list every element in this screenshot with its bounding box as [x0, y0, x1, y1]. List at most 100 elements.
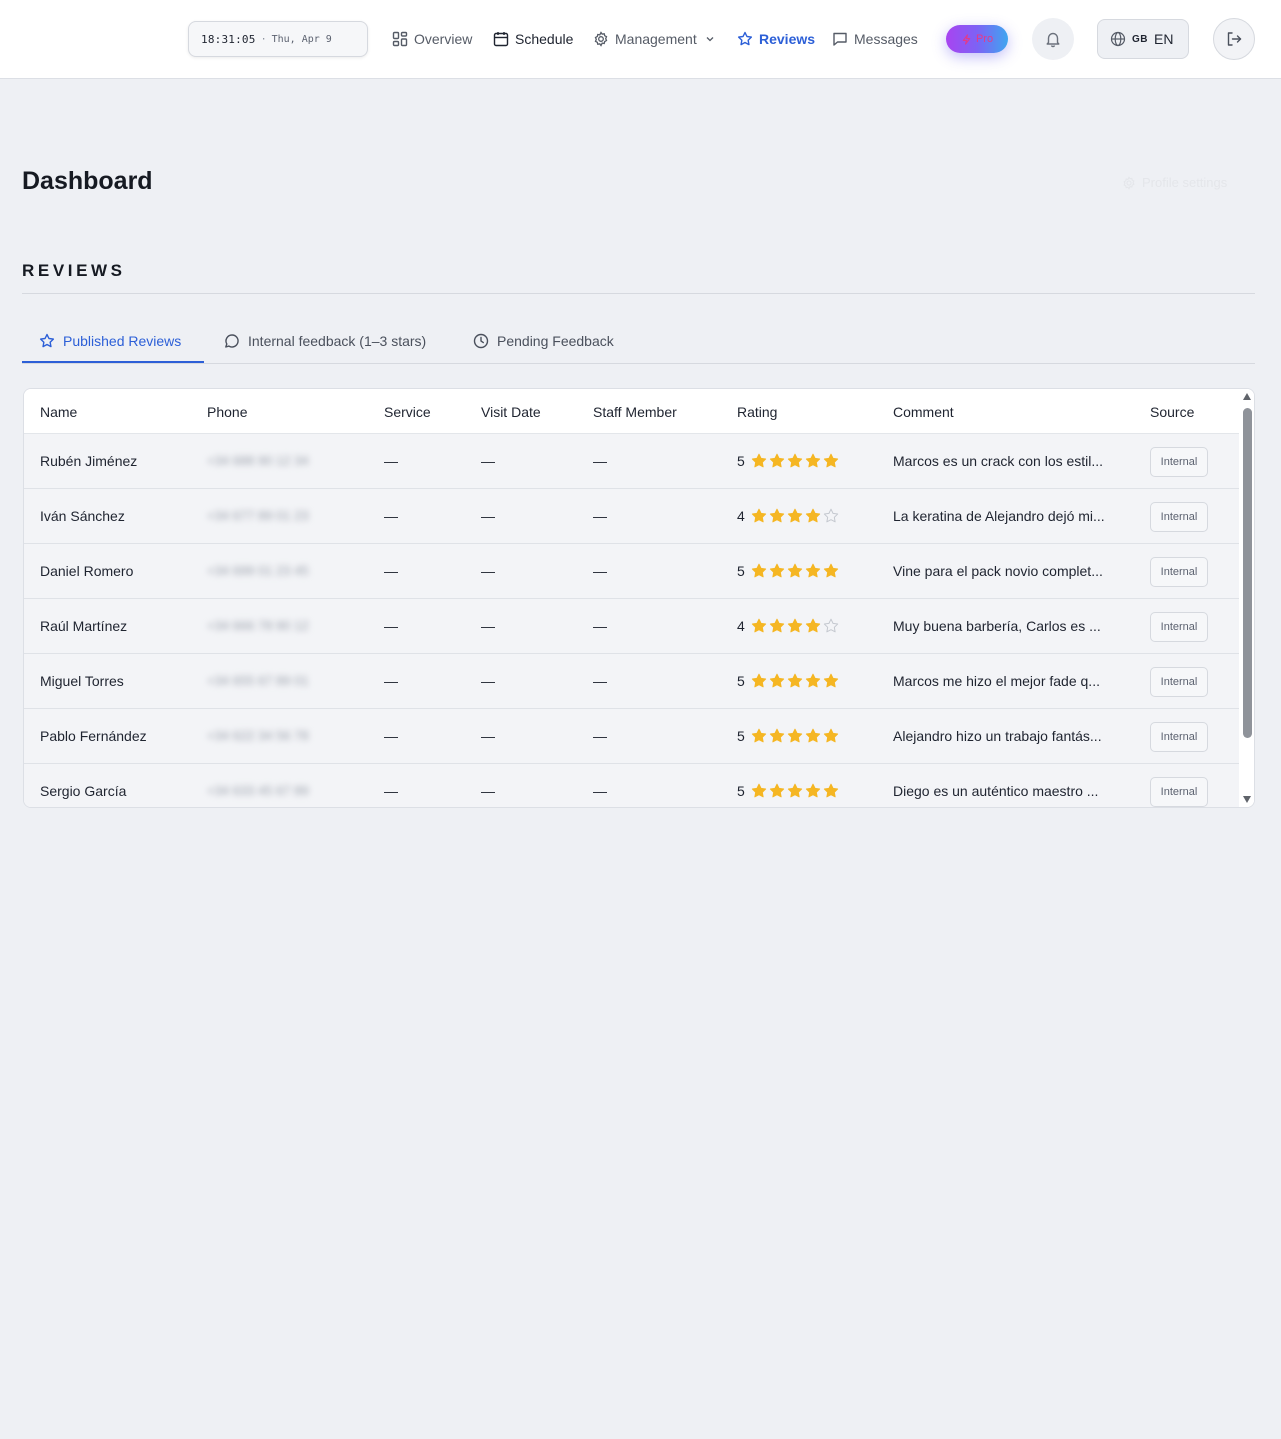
cell-service: —	[384, 673, 398, 689]
star-empty-icon	[823, 618, 838, 633]
rating-value: 5	[737, 728, 745, 744]
logout-icon	[1227, 32, 1242, 46]
table-row[interactable]: Miguel Torres +34 655 67 89 01 — — — 5 M…	[24, 654, 1239, 709]
cell-rating: 5	[737, 563, 841, 579]
cell-comment[interactable]: Vine para el pack novio complet...	[893, 563, 1121, 579]
cell-visit-date: —	[481, 783, 495, 799]
chevron-down-icon	[706, 37, 714, 42]
star-filled-icon	[787, 508, 802, 523]
table-row[interactable]: Rubén Jiménez +34 688 90 12 34 — — — 5 M…	[24, 434, 1239, 489]
clock-separator: ·	[260, 33, 267, 45]
clock-time: 18:31:05	[201, 32, 256, 46]
star-filled-icon	[751, 453, 766, 468]
nav-reviews-label: Reviews	[759, 31, 816, 47]
cell-comment[interactable]: Alejandro hizo un trabajo fantás...	[893, 728, 1121, 744]
cell-name: Iván Sánchez	[40, 508, 125, 524]
table-row[interactable]: Sergio García +34 633 45 67 89 — — — 5 D…	[24, 764, 1239, 807]
tab-internal-feedback[interactable]: Internal feedback (1–3 stars)	[224, 330, 426, 352]
rating-stars	[751, 508, 841, 524]
star-filled-icon	[769, 618, 784, 633]
nav-management-label: Management	[615, 31, 697, 47]
column-header-name[interactable]: Name	[40, 404, 77, 420]
table-row[interactable]: Raúl Martínez +34 666 78 90 12 — — — 4 M…	[24, 599, 1239, 654]
nav-management[interactable]: Management	[593, 28, 715, 50]
column-header-staff-member[interactable]: Staff Member	[593, 404, 677, 420]
nav-schedule-label: Schedule	[515, 31, 574, 47]
star-filled-icon	[787, 673, 802, 688]
cell-comment[interactable]: La keratina de Alejandro dejó mi...	[893, 508, 1121, 524]
star-filled-icon	[805, 728, 820, 743]
calendar-icon	[493, 32, 509, 47]
rating-value: 5	[737, 783, 745, 799]
table-row[interactable]: Iván Sánchez +34 677 89 01 23 — — — 4 La…	[24, 489, 1239, 544]
star-filled-icon	[805, 563, 820, 578]
cell-comment[interactable]: Muy buena barbería, Carlos es ...	[893, 618, 1121, 634]
cell-visit-date: —	[481, 728, 495, 744]
star-icon	[737, 31, 753, 46]
star-filled-icon	[769, 783, 784, 798]
cell-name: Raúl Martínez	[40, 618, 128, 634]
notifications-button[interactable]	[1032, 18, 1074, 60]
tab-internal-feedback-label: Internal feedback (1–3 stars)	[248, 333, 427, 349]
language-code: EN	[1154, 31, 1174, 47]
top-bar: 18:31:05 · Thu, Apr 9 Overview Schedule …	[0, 0, 1281, 79]
tab-pending-feedback[interactable]: Pending Feedback	[473, 330, 614, 352]
flag-icon: GB	[1132, 33, 1148, 45]
scroll-down-arrow-icon[interactable]	[1243, 796, 1251, 803]
profile-settings-button[interactable]: Profile settings	[1122, 175, 1227, 190]
column-header-visit-date[interactable]: Visit Date	[481, 404, 541, 420]
star-filled-icon	[787, 783, 802, 798]
star-filled-icon	[823, 453, 838, 468]
nav-schedule[interactable]: Schedule	[493, 28, 573, 50]
star-filled-icon	[805, 673, 820, 688]
table-scrollbar[interactable]	[1239, 389, 1254, 807]
column-header-phone[interactable]: Phone	[207, 404, 247, 420]
logout-button[interactable]	[1213, 18, 1255, 60]
column-header-source[interactable]: Source	[1150, 404, 1194, 420]
star-filled-icon	[769, 453, 784, 468]
cell-staff-member: —	[593, 453, 607, 469]
star-filled-icon	[823, 563, 838, 578]
cell-staff-member: —	[593, 728, 607, 744]
cell-visit-date: —	[481, 508, 495, 524]
star-filled-icon	[787, 563, 802, 578]
cell-visit-date: —	[481, 453, 495, 469]
cell-phone: +34 699 01 23 45	[207, 563, 309, 578]
cell-name: Daniel Romero	[40, 563, 134, 579]
cell-phone: +34 666 78 90 12	[207, 618, 309, 633]
nav-overview[interactable]: Overview	[392, 28, 472, 50]
rating-stars	[751, 618, 841, 634]
column-header-rating[interactable]: Rating	[737, 404, 777, 420]
nav-reviews[interactable]: Reviews	[737, 28, 815, 50]
table-row[interactable]: Daniel Romero +34 699 01 23 45 — — — 5 V…	[24, 544, 1239, 599]
language-selector[interactable]: GB EN	[1097, 19, 1189, 59]
cell-comment[interactable]: Marcos es un crack con los estil...	[893, 453, 1121, 469]
source-badge: Internal	[1150, 722, 1208, 752]
nav-messages[interactable]: Messages	[832, 28, 918, 50]
rating-value: 4	[737, 508, 745, 524]
column-header-service[interactable]: Service	[384, 404, 431, 420]
pro-badge[interactable]: Pro	[946, 25, 1008, 53]
star-filled-icon	[769, 563, 784, 578]
bell-icon	[1046, 32, 1060, 48]
cell-phone: +34 622 34 56 78	[207, 728, 309, 743]
cell-comment[interactable]: Marcos me hizo el mejor fade q...	[893, 673, 1121, 689]
cell-rating: 5	[737, 783, 841, 799]
gear-icon	[1123, 175, 1135, 190]
tab-published-reviews[interactable]: Published Reviews	[39, 330, 181, 352]
star-filled-icon	[823, 728, 838, 743]
nav-messages-label: Messages	[854, 31, 918, 47]
table-header: Name Phone Service Visit Date Staff Memb…	[24, 389, 1239, 434]
star-filled-icon	[805, 508, 820, 523]
column-header-comment[interactable]: Comment	[893, 404, 954, 420]
star-empty-icon	[823, 508, 838, 523]
cell-comment[interactable]: Diego es un auténtico maestro ...	[893, 783, 1121, 799]
chat-bubble-icon	[225, 334, 239, 348]
tabs-divider	[22, 363, 1255, 364]
cell-staff-member: —	[593, 783, 607, 799]
rating-stars	[751, 563, 841, 579]
scrollbar-thumb[interactable]	[1243, 408, 1252, 738]
cell-staff-member: —	[593, 508, 607, 524]
table-row[interactable]: Pablo Fernández +34 622 34 56 78 — — — 5…	[24, 709, 1239, 764]
scroll-up-arrow-icon[interactable]	[1243, 393, 1251, 400]
